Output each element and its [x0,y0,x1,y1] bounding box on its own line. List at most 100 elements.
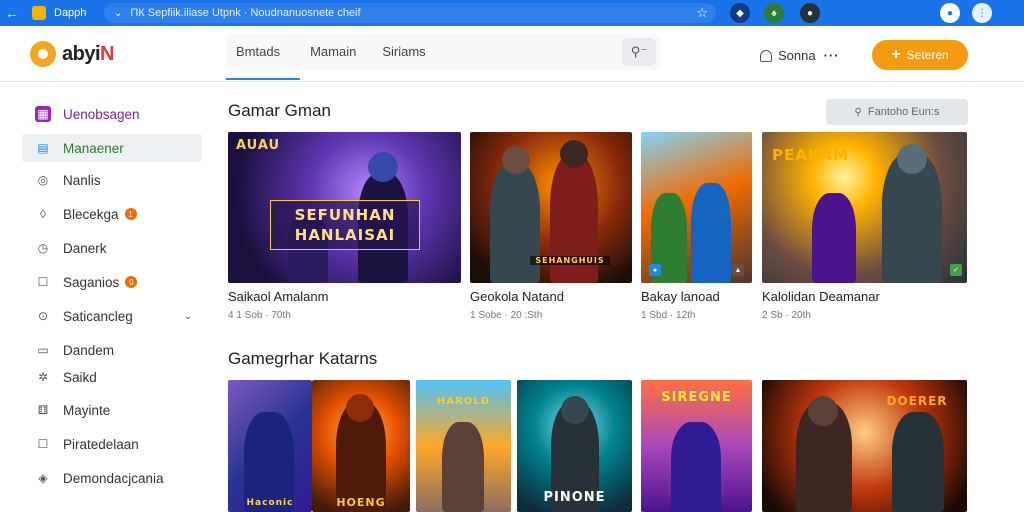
browser-bar: ← Daрph ⌄ ПК Sepfiik.iliase Utpnk · Noud… [0,0,1024,26]
user-menu[interactable]: Sonna ··· [760,48,840,63]
logo-accent: N [100,42,114,65]
star-icon[interactable]: ☆ [696,5,708,21]
search-key-icon: ⚲⁻ [630,44,648,59]
character-head [346,394,374,422]
nav-tabs: Bmtads Mamain Siriams ⚲⁻ [226,34,660,80]
game-card[interactable]: DOERER [762,380,967,512]
doc-icon: ☐ [37,437,49,451]
tab-bmtads[interactable]: Bmtads [226,34,301,80]
game-title[interactable]: Kalolidan Deamanar [762,289,880,304]
game-title[interactable]: Geokola Natand [470,289,564,304]
sidebar-item-dandem[interactable]: ▭ Dandem [22,336,202,364]
sidebar-item-danerk[interactable]: ◷ Danerk [22,234,202,262]
tab-mamain[interactable]: Mamain [300,34,366,70]
game-card[interactable]: PINONE [517,380,632,512]
favicon-icon [32,6,46,20]
character-head [560,140,588,168]
plus-icon: + [891,46,901,63]
game-banner: SEFUNHAN HANLAISAI [270,200,420,250]
game-banner: HOENG [336,496,386,509]
character-head [368,152,398,182]
sidebar-item-mayinte[interactable]: ⚅ Mayinte [22,396,202,424]
game-corner-logo: AUAU [236,138,281,153]
game-card[interactable]: Haconic [228,380,312,512]
game-card[interactable]: HOENG [312,380,410,512]
game-card[interactable]: SEHANGHUIS [470,132,632,283]
sidebar-item-piratedelaan[interactable]: ☐ Piratedelaan [22,430,202,458]
square-icon: ☐ [37,275,49,289]
sidebar-item-label: Saganios [63,274,120,290]
leaf-icon: ◊ [40,207,46,221]
address-bar[interactable]: ⌄ ПК Sepfiik.iliase Utpnk · Noudnanuosne… [104,3,716,23]
sidebar-item-label: Mayinte [63,402,111,418]
game-title[interactable]: Bakay lanoad [641,289,720,304]
sidebar-item-nanlis[interactable]: ◎ Nanlis [22,166,202,194]
sort-dropdown[interactable]: ⚲ Fantoho Eun:s [826,99,968,125]
user-icon [760,49,772,62]
game-banner: SIREGNE [661,390,732,405]
search-button[interactable]: ⚲⁻ [622,38,656,66]
game-corner-logo: PEAKAM [772,146,850,164]
sidebar-item-saticancleg[interactable]: ⊙ Saticancleg ⌄ [22,302,202,330]
character-figure [442,422,484,512]
game-meta: 1 Sobe · 20 :Sth [470,310,543,321]
game-banner: SEHANGHUIS [530,256,610,265]
rating-icon: ● [649,264,661,276]
sort-label: Fantoho Eun:s [867,106,940,118]
section-title: Gamegrhar Katarns [228,349,378,368]
character-head [561,396,589,424]
character-figure [490,163,540,283]
notification-badge: 1 [124,208,137,220]
chevron-down-icon[interactable]: ⌄ [114,8,122,19]
menu-icon[interactable]: ⋮ [972,3,992,23]
chevron-down-icon[interactable]: ⌄ [184,311,192,322]
logo-text: abyi [62,42,101,65]
logo-mark-icon [30,41,56,67]
game-banner: DOERER [886,394,948,408]
sidebar-item-label: Manaener [63,140,124,156]
extension-icon[interactable]: ◆ [730,3,750,23]
calendar-icon: ▤ [37,141,49,155]
user-name: Sonna [778,48,816,63]
cta-label: Seteren [906,48,949,62]
character-figure [671,422,721,512]
grid-icon: ▦ [35,106,51,122]
section-title: Gamar Gman [228,101,331,120]
sidebar-item-label: Uenobsagen [63,106,140,122]
extension-icon[interactable]: ♠ [764,3,784,23]
more-icon[interactable]: ··· [824,48,840,63]
game-banner: PINONE [543,490,606,505]
game-card[interactable]: ● ▲ [641,132,752,283]
card-icon: ▭ [37,343,49,357]
sidebar-item-label: Demondacjcania [63,470,164,486]
tab-siriams[interactable]: Siriams [372,34,435,70]
game-card[interactable]: AUAU SEFUNHAN HANLAISAI [228,132,461,283]
game-banner: HAROLD [437,396,490,407]
gear-icon: ✲ [37,370,49,384]
profile-icon[interactable]: ● [940,3,960,23]
sidebar-item-saikd[interactable]: ✲ Saikd [22,363,202,391]
address-text: ПК Sepfiik.iliase Utpnk · Noudnanuosnete… [130,7,361,19]
game-meta: 2 Sb · 20th [762,310,811,321]
sidebar-item-label: Saikd [63,369,97,385]
extension-icon[interactable]: ● [800,3,820,23]
game-title[interactable]: Saikaol Amalanm [228,289,328,304]
sidebar-item-manaener[interactable]: ▤ Manaener [22,134,202,162]
sidebar-item-blecekga[interactable]: ◊ Blecekga 1 [22,200,202,228]
location-icon: ⊙ [37,309,49,323]
arrow-left-icon[interactable]: ← [0,0,24,26]
sidebar-item-uenobsagen[interactable]: ▦ Uenobsagen [22,100,202,128]
logo[interactable]: abyiN [30,41,114,67]
sidebar-item-label: Piratedelaan [63,436,139,452]
sidebar: ▦ Uenobsagen ▤ Manaener ◎ Nanlis ◊ Blece… [0,82,212,512]
sidebar-item-label: Saticancleg [63,308,133,324]
sidebar-item-saganios[interactable]: ☐ Saganios 0 [22,268,202,296]
game-card[interactable]: HAROLD [416,380,511,512]
game-card[interactable]: SIREGNE [641,380,752,512]
sidebar-item-demondacjcania[interactable]: ◈ Demondacjcania [22,464,202,492]
character-figure [812,193,856,283]
cta-button[interactable]: + Seteren [872,40,968,70]
game-card[interactable]: PEAKAM ✓ [762,132,967,283]
sidebar-item-label: Nanlis [63,172,101,188]
game-meta: 4 1 Sob · 70th [228,310,291,321]
